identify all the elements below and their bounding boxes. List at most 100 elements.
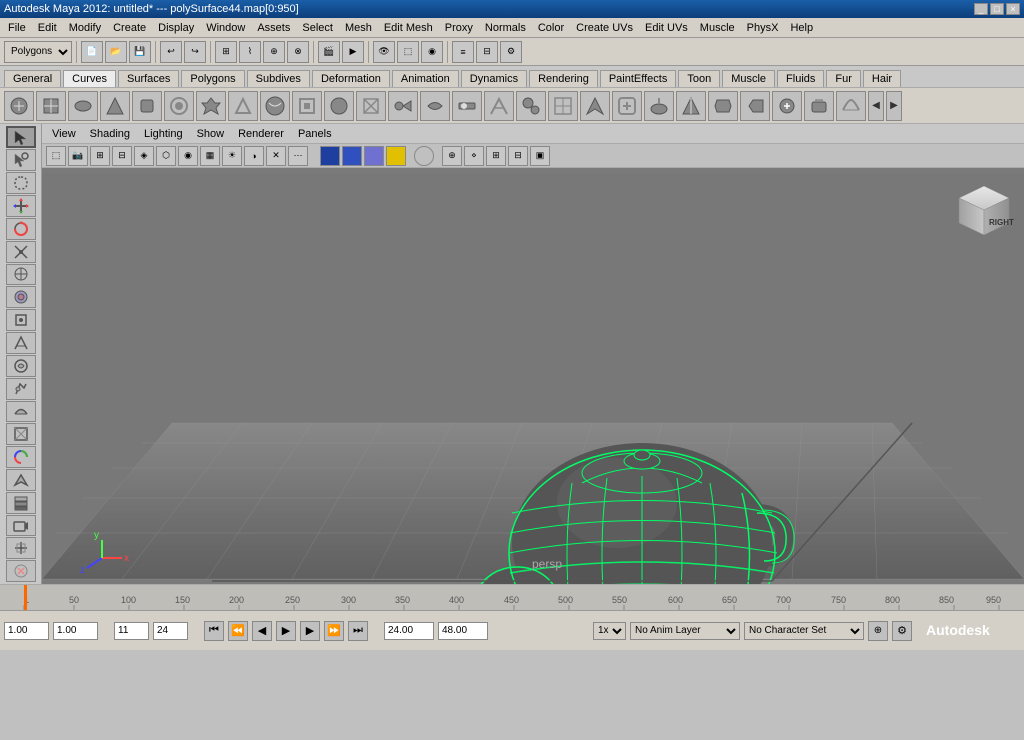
character-set-button[interactable]: ⊕ [868,621,888,641]
shelf-scroll-left[interactable]: ◀ [868,91,884,121]
play-button[interactable]: ▶ [276,621,296,641]
ipr-button[interactable]: ▶ [342,41,364,63]
snap-curve-button[interactable]: ⌇ [239,41,261,63]
snap-point-button[interactable]: ⊕ [263,41,285,63]
shelf-icon-5[interactable] [132,91,162,121]
view-cube[interactable]: RIGHT [954,178,1014,238]
anim-layer-select[interactable]: No Anim Layer [630,622,740,640]
character-set-select[interactable]: No Character Set [744,622,864,640]
vp-manip-btn[interactable]: ⊕ [442,146,462,166]
soft-select-button[interactable]: ◉ [421,41,443,63]
vp-grid-btn[interactable]: ⊟ [112,146,132,166]
shelf-tab-polygons[interactable]: Polygons [181,70,244,87]
scale-tool-button[interactable] [6,241,36,263]
select-tool-button[interactable] [6,126,36,148]
menu-help[interactable]: Help [784,20,819,36]
vp-shadow-btn[interactable]: ◑ [244,146,264,166]
vp-menu-renderer[interactable]: Renderer [232,127,290,141]
undo-button[interactable]: ↩ [160,41,182,63]
menu-modify[interactable]: Modify [63,20,107,36]
playback-speed-select[interactable]: 1x [593,622,626,640]
vp-light-btn[interactable]: ☀ [222,146,242,166]
vp-camera-btn[interactable]: 📷 [68,146,88,166]
unknown-tool-3[interactable] [6,378,36,400]
soft-select-button[interactable] [6,286,36,308]
menu-assets[interactable]: Assets [251,20,296,36]
snap-grid-button[interactable]: ⊞ [215,41,237,63]
range-start-input[interactable] [384,622,434,640]
shelf-icon-20[interactable] [612,91,642,121]
shelf-icon-11[interactable] [324,91,354,121]
shelf-icon-6[interactable] [164,91,194,121]
shelf-tab-hair[interactable]: Hair [863,70,901,87]
menu-createuvs[interactable]: Create UVs [570,20,639,36]
vp-select-btn[interactable]: ⬚ [46,146,66,166]
universal-manip-button[interactable] [6,264,36,286]
shelf-icon-18[interactable] [548,91,578,121]
shelf-icon-9[interactable] [260,91,290,121]
shelf-tab-painteffects[interactable]: PaintEffects [600,70,677,87]
vp-texture-btn[interactable]: ▦ [200,146,220,166]
shelf-icon-3[interactable] [68,91,98,121]
new-file-button[interactable]: 📄 [81,41,103,63]
menu-color[interactable]: Color [532,20,570,36]
rotate-tool-button[interactable] [6,218,36,240]
unknown-tool-6[interactable] [6,446,36,468]
shelf-icon-7[interactable] [196,91,226,121]
unknown-tool-2[interactable] [6,355,36,377]
unknown-tool-1[interactable] [6,332,36,354]
end-frame-input[interactable] [153,622,188,640]
timeline-ruler[interactable]: 1 50 100 150 200 250 300 350 400 450 [0,585,1024,610]
current-time-input[interactable] [53,622,98,640]
vp-select2-btn[interactable]: ⊞ [90,146,110,166]
move-tool-button[interactable] [6,195,36,217]
camera-button[interactable] [6,515,36,537]
paint-select-button[interactable] [6,149,36,171]
unknown-tool-5[interactable] [6,423,36,445]
shelf-icon-19[interactable] [580,91,610,121]
shelf-icon-10[interactable] [292,91,322,121]
layers-button[interactable] [6,492,36,514]
shelf-tab-dynamics[interactable]: Dynamics [461,70,527,87]
shelf-tab-general[interactable]: General [4,70,61,87]
shelf-icon-24[interactable] [740,91,770,121]
shelf-icon-17[interactable] [516,91,546,121]
vp-param-btn[interactable]: ⊞ [486,146,506,166]
show-hide-button[interactable]: 👁 [373,41,395,63]
open-file-button[interactable]: 📂 [105,41,127,63]
menu-edit[interactable]: Edit [32,20,63,36]
mode-dropdown[interactable]: Polygons [4,41,72,63]
shelf-icon-8[interactable] [228,91,258,121]
current-frame-input[interactable] [4,622,49,640]
shelf-tab-deformation[interactable]: Deformation [312,70,390,87]
vp-menu-shading[interactable]: Shading [84,127,136,141]
menu-window[interactable]: Window [200,20,251,36]
shelf-icon-15[interactable] [452,91,482,121]
vp-isolate-btn[interactable]: ◈ [134,146,154,166]
unknown-tool-4[interactable] [6,401,36,423]
vp-menu-view[interactable]: View [46,127,82,141]
vp-shade-btn[interactable]: ◉ [178,146,198,166]
show-manipulator-button[interactable] [6,309,36,331]
shelf-tab-rendering[interactable]: Rendering [529,70,598,87]
next-frame-button[interactable]: ▶ [300,621,320,641]
attr-editor-button[interactable]: ⊟ [476,41,498,63]
minimize-button[interactable]: _ [974,3,988,15]
save-file-button[interactable]: 💾 [129,41,151,63]
shelf-icon-22[interactable] [676,91,706,121]
vp-color-btn1[interactable] [320,146,340,166]
snap-surface-button[interactable]: ⊗ [287,41,309,63]
shelf-scroll-right[interactable]: ▶ [886,91,902,121]
step-back-button[interactable]: ⏪ [228,621,248,641]
vp-menu-panels[interactable]: Panels [292,127,338,141]
shelf-tab-fur[interactable]: Fur [826,70,861,87]
menu-physx[interactable]: PhysX [741,20,785,36]
vp-hud-btn[interactable]: ▣ [530,146,550,166]
channel-box-button[interactable]: ≡ [452,41,474,63]
shelf-icon-12[interactable] [356,91,386,121]
start-frame-input[interactable] [114,622,149,640]
vp-wire-btn[interactable]: ⬡ [156,146,176,166]
step-forward-button[interactable]: ⏩ [324,621,344,641]
cross-section-button[interactable] [6,537,36,559]
menu-file[interactable]: File [2,20,32,36]
